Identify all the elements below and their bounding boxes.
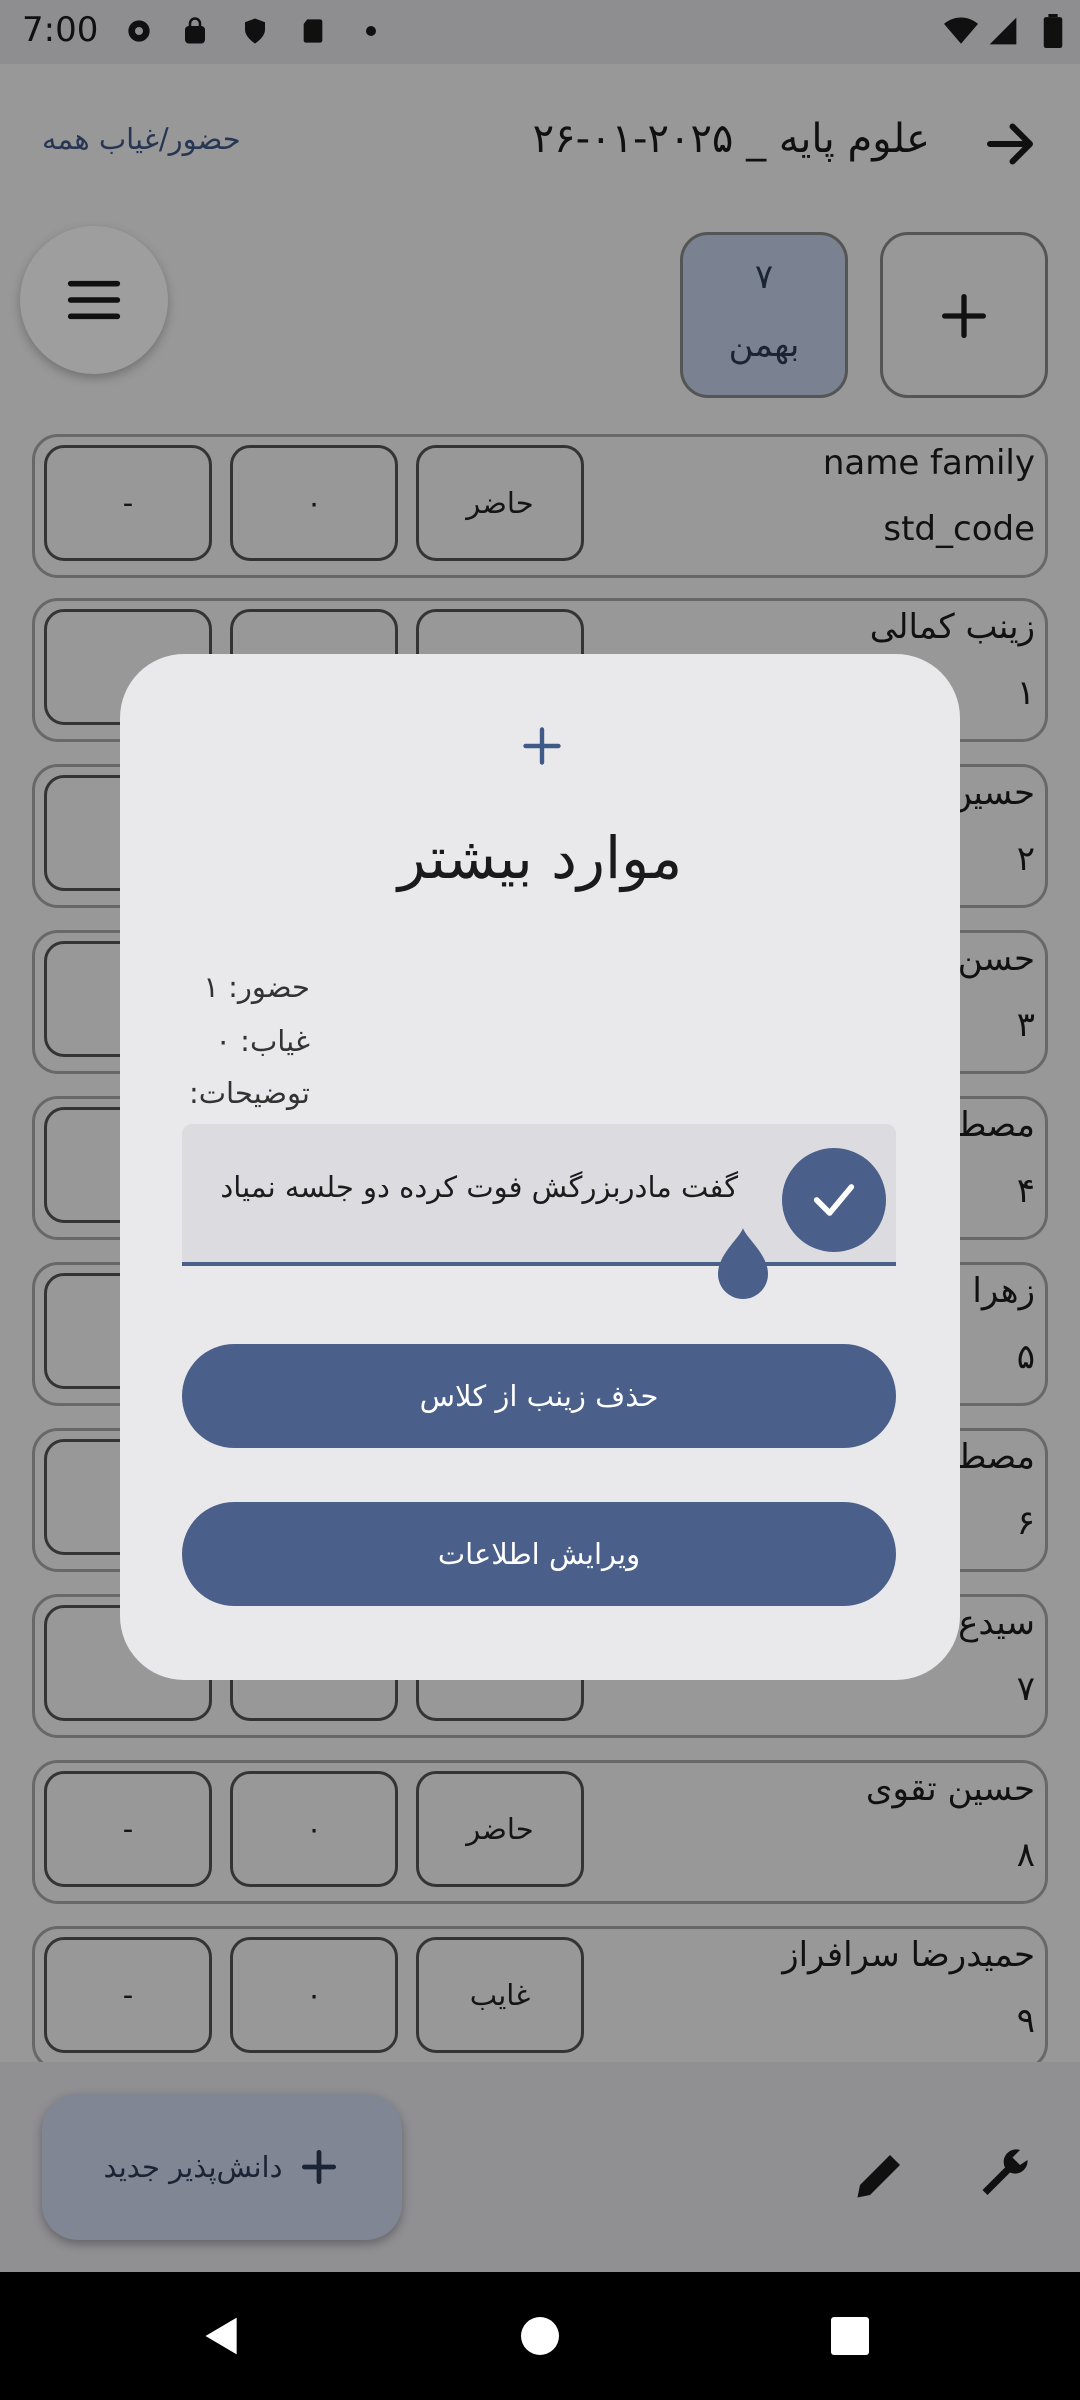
more-options-dialog: موارد بیشتر حضور: ۱ غیاب: ۰ توضیحات: گفت… xyxy=(120,654,960,1680)
nav-recents-icon[interactable] xyxy=(830,2316,870,2360)
check-icon xyxy=(813,1184,855,1216)
nav-back-icon[interactable] xyxy=(200,2314,244,2362)
edit-info-button[interactable]: ویرایش اطلاعات xyxy=(182,1502,896,1606)
plus-icon xyxy=(523,727,561,765)
notes-value: گفت مادربزرگش فوت کرده دو جلسه نمیاد xyxy=(220,1170,738,1204)
delete-student-button[interactable]: حذف زینب از کلاس xyxy=(182,1344,896,1448)
absent-count: غیاب: ۰ xyxy=(215,1024,310,1058)
system-nav-bar xyxy=(0,2272,1080,2400)
nav-home-icon[interactable] xyxy=(518,2314,562,2362)
present-count: حضور: ۱ xyxy=(203,970,310,1004)
text-cursor-handle-icon[interactable] xyxy=(716,1228,770,1302)
dialog-title: موارد بیشتر xyxy=(397,824,683,892)
notes-label: توضیحات: xyxy=(188,1076,310,1110)
notes-field[interactable]: گفت مادربزرگش فوت کرده دو جلسه نمیاد xyxy=(182,1124,896,1266)
confirm-notes-button[interactable] xyxy=(782,1148,886,1252)
